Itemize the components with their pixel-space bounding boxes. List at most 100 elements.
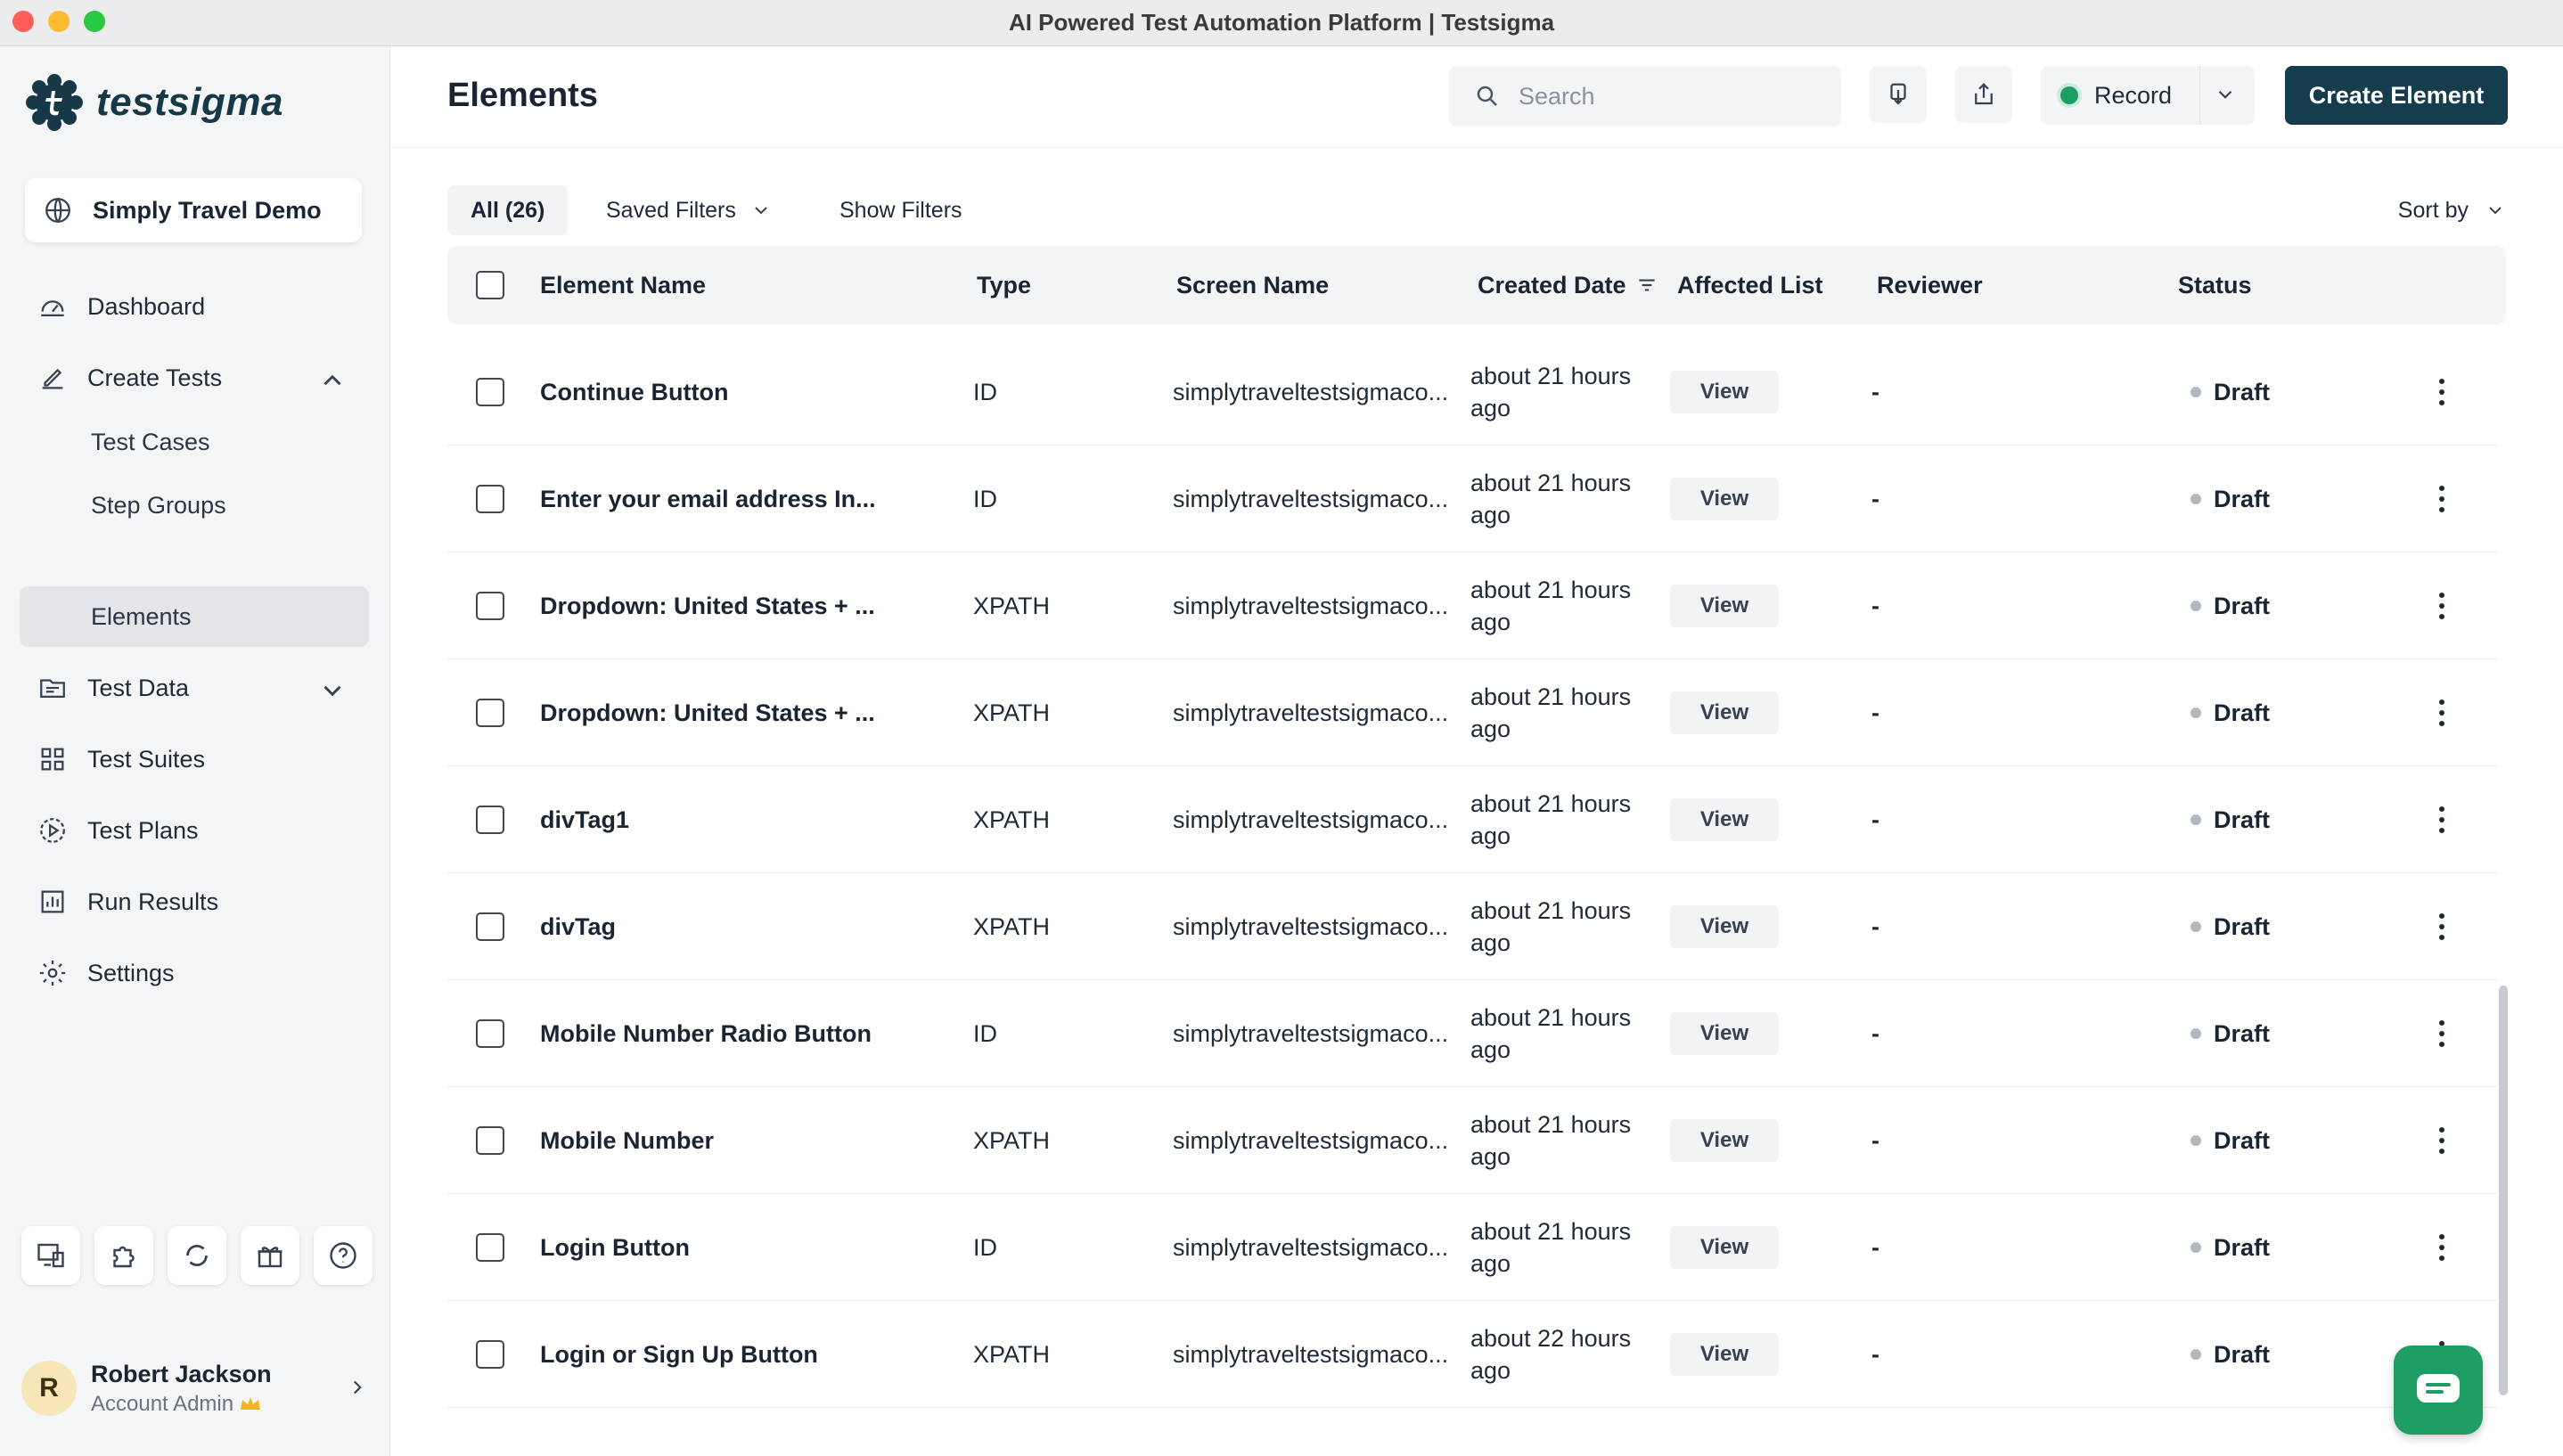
sidebar-item-step-groups[interactable]: Step Groups [20, 475, 369, 536]
table-scrollbar[interactable] [2499, 986, 2508, 1395]
window-controls [12, 11, 105, 32]
element-name[interactable]: Login Button [540, 1194, 690, 1301]
sidebar-item-test-suites[interactable]: Test Suites [20, 729, 369, 789]
row-checkbox[interactable] [476, 1019, 504, 1048]
row-checkbox[interactable] [476, 1126, 504, 1155]
sidebar-item-test-data[interactable]: Test Data [20, 658, 369, 718]
record-button[interactable]: Record [2041, 66, 2255, 125]
view-affected-button[interactable]: View [1670, 1012, 1779, 1055]
view-affected-button[interactable]: View [1670, 1226, 1779, 1269]
element-name[interactable]: divTag1 [540, 766, 629, 873]
row-menu-button[interactable] [2436, 1194, 2447, 1301]
element-name[interactable]: Dropdown: United States + ... [540, 552, 875, 659]
project-selector[interactable]: Simply Travel Demo [25, 178, 362, 242]
export-button[interactable] [1955, 66, 2012, 123]
view-affected-button[interactable]: View [1670, 905, 1779, 948]
row-menu-button[interactable] [2436, 980, 2447, 1087]
element-name[interactable]: Dropdown: United States + ... [540, 659, 875, 766]
table-row[interactable]: Mobile Number Radio Button ID simplytravel… [447, 980, 2497, 1087]
row-menu-button[interactable] [2436, 339, 2447, 446]
user-profile[interactable]: R Robert Jackson Account Admin [21, 1351, 369, 1426]
row-select-cell [476, 1087, 504, 1194]
column-affected-list[interactable]: Affected List [1677, 246, 1823, 324]
element-name[interactable]: Mobile Number Radio Button [540, 980, 872, 1087]
row-menu-button[interactable] [2436, 659, 2447, 766]
devices-button[interactable] [21, 1226, 80, 1285]
chevron-down-icon[interactable] [2214, 83, 2237, 106]
column-status[interactable]: Status [2178, 246, 2252, 324]
row-checkbox[interactable] [476, 485, 504, 513]
row-menu-button[interactable] [2436, 1087, 2447, 1194]
sort-by-dropdown[interactable]: Sort by [2398, 185, 2506, 235]
column-created-date[interactable]: Created Date [1478, 246, 1658, 324]
show-filters-button[interactable]: Show Filters [839, 185, 962, 235]
table-row[interactable]: Login Button ID simplytraveltestsigmaco...… [447, 1194, 2497, 1301]
view-affected-button[interactable]: View [1670, 371, 1779, 413]
column-screen-name[interactable]: Screen Name [1176, 246, 1329, 324]
sidebar-item-run-results[interactable]: Run Results [20, 871, 369, 932]
chevron-down-icon [2489, 207, 2502, 215]
table-row[interactable]: Mobile Number XPATH simplytraveltestsigmac… [447, 1087, 2497, 1194]
row-checkbox[interactable] [476, 1233, 504, 1262]
row-menu-button[interactable] [2436, 873, 2447, 980]
table-row[interactable]: divTag XPATH simplytraveltestsigmaco... abo… [447, 873, 2497, 980]
row-checkbox[interactable] [476, 1340, 504, 1369]
row-select-cell [476, 659, 504, 766]
view-affected-button[interactable]: View [1670, 1333, 1779, 1376]
element-name[interactable]: Continue Button [540, 339, 728, 446]
column-reviewer[interactable]: Reviewer [1877, 246, 1983, 324]
close-window-button[interactable] [12, 11, 34, 32]
column-element-name[interactable]: Element Name [540, 246, 706, 324]
brand-logo[interactable]: testsigma [25, 73, 283, 132]
addons-button[interactable] [94, 1226, 153, 1285]
chat-support-button[interactable] [2394, 1346, 2483, 1435]
row-checkbox[interactable] [476, 806, 504, 834]
sidebar-item-dashboard[interactable]: Dashboard [20, 276, 369, 337]
whats-new-button[interactable] [241, 1226, 299, 1285]
table-row[interactable]: Enter your email address In... ID simplytr… [447, 446, 2497, 552]
column-type[interactable]: Type [977, 246, 1031, 324]
row-checkbox[interactable] [476, 699, 504, 727]
minimize-window-button[interactable] [48, 11, 70, 32]
search-box[interactable] [1449, 66, 1841, 127]
element-name[interactable]: Enter your email address In... [540, 446, 876, 552]
view-affected-button[interactable]: View [1670, 478, 1779, 520]
status-badge: Draft [2190, 1087, 2270, 1194]
sidebar-item-test-plans[interactable]: Test Plans [20, 800, 369, 861]
table-row[interactable]: Login or Sign Up Button XPATH simplytravel… [447, 1301, 2497, 1408]
element-name[interactable]: Mobile Number [540, 1087, 714, 1194]
search-input[interactable] [1519, 82, 1822, 110]
row-menu-button[interactable] [2436, 552, 2447, 659]
view-affected-button[interactable]: View [1670, 1119, 1779, 1162]
filter-all-tab[interactable]: All (26) [447, 185, 569, 235]
row-checkbox[interactable] [476, 378, 504, 406]
status-label: Draft [2214, 1340, 2271, 1368]
sidebar-item-test-cases[interactable]: Test Cases [20, 412, 369, 472]
kebab-menu-icon [2439, 593, 2444, 619]
table-row[interactable]: Continue Button ID simplytraveltestsigmaco… [447, 339, 2497, 446]
row-menu-button[interactable] [2436, 446, 2447, 552]
view-affected-button[interactable]: View [1670, 585, 1779, 627]
zoom-window-button[interactable] [84, 11, 105, 32]
sync-button[interactable] [168, 1226, 226, 1285]
sidebar-item-settings[interactable]: Settings [20, 943, 369, 1003]
table-row[interactable]: divTag1 XPATH simplytraveltestsigmaco... ab… [447, 766, 2497, 873]
reviewer: - [1871, 1233, 1879, 1261]
refresh-icon [186, 1245, 208, 1266]
view-affected-button[interactable]: View [1670, 798, 1779, 841]
element-name[interactable]: Login or Sign Up Button [540, 1301, 818, 1408]
help-button[interactable] [314, 1226, 373, 1285]
create-element-button[interactable]: Create Element [2285, 66, 2508, 125]
sidebar-item-create-tests[interactable]: Create Tests [20, 348, 369, 408]
row-checkbox[interactable] [476, 912, 504, 941]
saved-filters-dropdown[interactable]: Saved Filters [606, 185, 772, 235]
row-menu-button[interactable] [2436, 766, 2447, 873]
element-name[interactable]: divTag [540, 873, 616, 980]
table-row[interactable]: Dropdown: United States + ... XPATH simply… [447, 552, 2497, 659]
table-row[interactable]: Dropdown: United States + ... XPATH simply… [447, 659, 2497, 766]
row-checkbox[interactable] [476, 592, 504, 620]
sidebar-item-elements[interactable]: Elements [20, 586, 369, 647]
select-all-checkbox[interactable] [476, 271, 504, 299]
import-button[interactable] [1870, 66, 1927, 123]
view-affected-button[interactable]: View [1670, 691, 1779, 734]
